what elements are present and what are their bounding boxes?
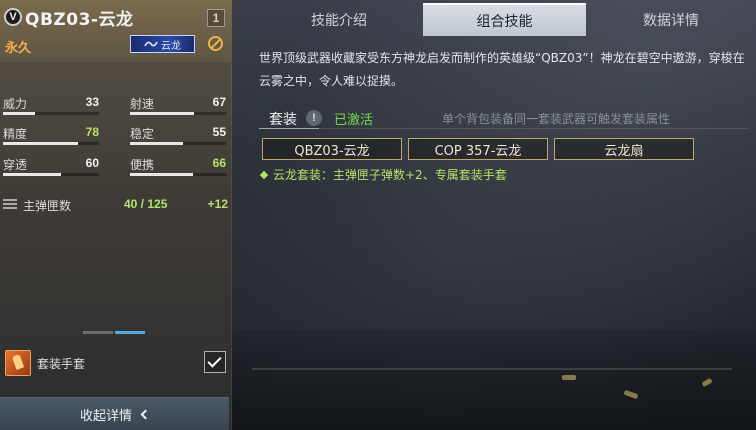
magazine-label: 主弹匣数	[23, 199, 72, 213]
stat-bar	[3, 142, 99, 145]
weapon-header: V QBZ03-云龙 1 永久 云龙	[0, 0, 232, 62]
stat-bar	[130, 142, 226, 145]
stat-bar	[130, 112, 226, 115]
stat-label: 射速	[130, 97, 155, 111]
stat-bar	[3, 173, 99, 176]
dragon-icon	[144, 41, 158, 47]
stat-label: 便携	[130, 158, 155, 172]
bullet-shell	[562, 375, 576, 380]
set-piece-label: 云龙扇	[604, 143, 644, 159]
level-badge: 1	[207, 9, 225, 27]
weapon-info-panel: V QBZ03-云龙 1 永久 云龙 威力 33 射速 67 精度 78 稳定 …	[0, 0, 232, 430]
stat-bar-fill	[130, 142, 183, 145]
set-item-row[interactable]: 套装手套	[0, 345, 232, 381]
set-piece-label: QBZ03-云龙	[294, 143, 370, 159]
stat-power: 威力 33	[3, 95, 99, 117]
not-allowed-icon[interactable]	[208, 36, 223, 51]
magazine-icon	[3, 199, 17, 211]
set-item-label: 套装手套	[37, 357, 86, 371]
tab-label: 组合技能	[476, 13, 533, 30]
stat-bar-fill	[3, 173, 61, 176]
stat-bar-fill	[3, 112, 35, 115]
set-item-checkbox[interactable]	[204, 351, 226, 373]
collapse-details-button[interactable]: 收起详情	[0, 397, 229, 430]
background-beam	[252, 368, 732, 370]
glove-icon	[5, 350, 31, 376]
tab-data-details[interactable]: 数据详情	[586, 3, 756, 36]
set-piece-fan[interactable]: 云龙扇	[554, 138, 694, 160]
set-bonus: 云龙套装：主弹匣子弹数+2、专属套装手套	[259, 166, 507, 183]
stat-bar	[3, 112, 99, 115]
skin-tag: 云龙	[130, 35, 195, 53]
set-bonus-text: 云龙套装：主弹匣子弹数+2、专属套装手套	[273, 168, 507, 182]
collapse-button-label: 收起详情	[79, 408, 132, 424]
stat-accuracy: 精度 78	[3, 125, 99, 147]
magazine-row: 主弹匣数 40 / 125 +12	[3, 197, 228, 213]
stat-penetration: 穿透 60	[3, 156, 99, 178]
tab-combo-skills[interactable]: 组合技能	[423, 3, 586, 36]
tab-label: 数据详情	[643, 12, 699, 29]
set-label: 套装	[269, 112, 297, 128]
warning-icon[interactable]: !	[306, 110, 322, 126]
set-piece-cop357[interactable]: COP 357-云龙	[408, 138, 548, 160]
set-piece-qbz03[interactable]: QBZ03-云龙	[262, 138, 402, 160]
set-piece-label: COP 357-云龙	[434, 143, 522, 159]
set-status: 已激活	[334, 113, 374, 128]
set-header: 套装 ! 已激活 单个背包装备同一套装武器可触发套装属性	[259, 106, 749, 128]
stat-value: 78	[85, 125, 99, 139]
stat-portability: 便携 66	[130, 156, 226, 178]
page-dot-active[interactable]	[115, 331, 145, 334]
stat-bar-fill	[130, 173, 194, 176]
page-dot[interactable]	[83, 331, 113, 334]
stat-label: 穿透	[3, 158, 28, 172]
stat-label: 威力	[3, 97, 28, 111]
check-icon	[207, 353, 222, 368]
stat-label: 精度	[3, 127, 28, 141]
divider	[259, 128, 749, 129]
stat-label: 稳定	[130, 127, 155, 141]
weapon-description: 世界顶级武器收藏家受东方神龙启发而制作的英雄级“QBZ03”！神龙在碧空中遨游，…	[259, 51, 745, 88]
stat-bar	[130, 173, 226, 176]
magazine-bonus: +12	[207, 197, 228, 211]
rank-icon: V	[4, 8, 22, 26]
tab-skill-intro[interactable]: 技能介绍	[255, 3, 423, 36]
chevron-left-icon	[140, 409, 151, 420]
duration-label: 永久	[5, 41, 32, 56]
stat-stability: 稳定 55	[130, 125, 226, 147]
stat-fire-rate: 射速 67	[130, 95, 226, 117]
weapon-name: QBZ03-云龙	[25, 10, 134, 30]
background-floor	[232, 330, 756, 430]
set-hint: 单个背包装备同一套装武器可触发套装属性	[442, 112, 671, 126]
stat-value: 66	[212, 156, 226, 170]
tab-label: 技能介绍	[311, 12, 367, 29]
stat-value: 55	[212, 125, 226, 139]
magazine-value: 40 / 125	[124, 197, 168, 211]
stat-bar-fill	[130, 112, 195, 115]
stat-value: 67	[212, 95, 226, 109]
stat-value: 60	[85, 156, 99, 170]
diamond-icon	[259, 170, 269, 180]
stat-bar-fill	[3, 142, 78, 145]
tab-bar: 技能介绍 组合技能 数据详情	[255, 3, 756, 36]
page-indicator	[83, 331, 147, 334]
skin-tag-label: 云龙	[161, 40, 181, 52]
stat-value: 33	[85, 95, 99, 109]
